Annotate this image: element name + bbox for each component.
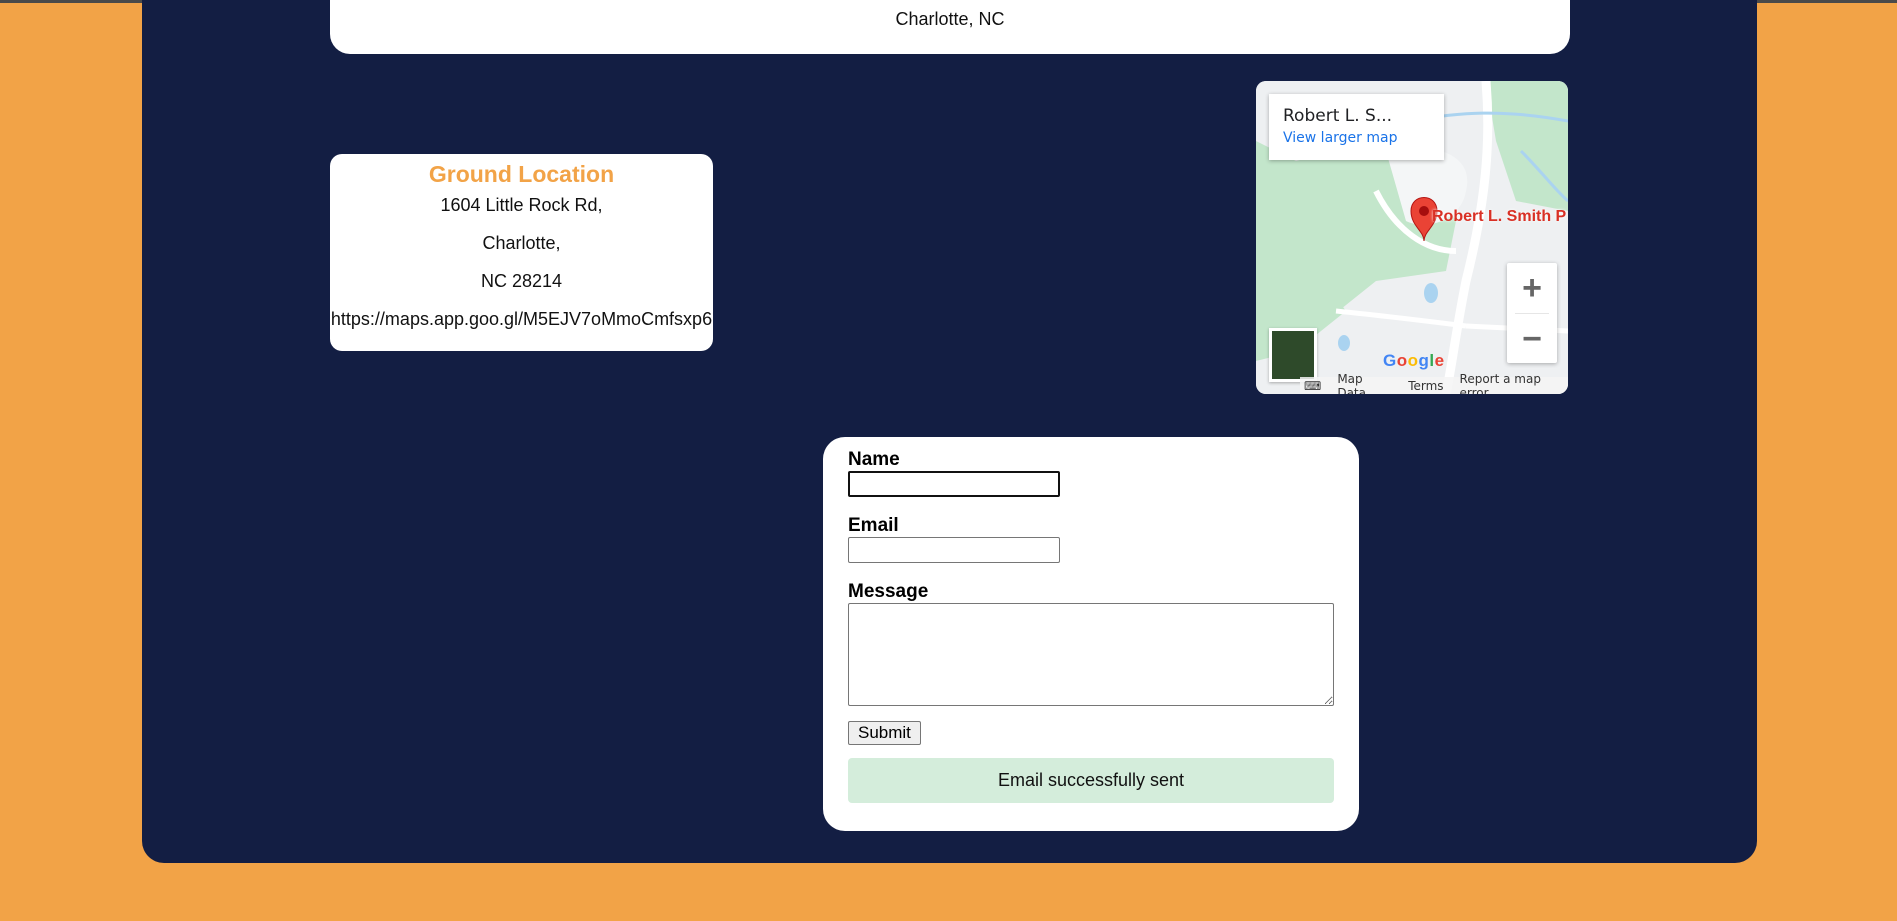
address-line-3: NC 28214: [480, 271, 563, 291]
zoom-out-button[interactable]: −: [1507, 314, 1557, 364]
map-data-link[interactable]: Map Data: [1337, 372, 1392, 395]
map-footer: ⌨ Map Data Terms Report a map error: [1300, 372, 1568, 394]
address-line-2: Charlotte,: [482, 233, 561, 253]
map-pin-label[interactable]: Robert L. Smith P: [1432, 208, 1566, 226]
map-zoom-controls: + −: [1507, 263, 1557, 363]
keyboard-icon[interactable]: ⌨: [1304, 379, 1321, 393]
email-label: Email: [848, 515, 899, 536]
map-link[interactable]: https://maps.app.goo.gl/M5EJV7oMmoCmfsxp…: [330, 308, 713, 330]
email-field[interactable]: [848, 537, 1060, 563]
location-title: Ground Location: [428, 161, 615, 187]
view-larger-map-link[interactable]: View larger map: [1283, 130, 1430, 146]
contact-form: Name Email Message Submit Email successf…: [823, 437, 1359, 831]
name-label: Name: [848, 449, 900, 470]
success-message: Email successfully sent: [848, 758, 1334, 803]
map-info-box: Robert L. S... View larger map: [1269, 94, 1444, 160]
message-field[interactable]: [848, 603, 1334, 706]
main-panel: Charlotte, NC Ground Location 1604 Littl…: [142, 0, 1757, 863]
terms-link[interactable]: Terms: [1408, 379, 1443, 393]
zoom-in-button[interactable]: +: [1507, 263, 1557, 313]
message-label: Message: [848, 581, 929, 602]
city-card: Charlotte, NC: [330, 0, 1570, 54]
ground-location-card: Ground Location 1604 Little Rock Rd, Cha…: [330, 154, 713, 351]
report-map-error-link[interactable]: Report a map error: [1460, 372, 1568, 395]
embedded-map[interactable]: Robert L. Smith P Robert L. S... View la…: [1256, 81, 1568, 394]
name-field[interactable]: [848, 471, 1060, 497]
map-place-name: Robert L. S...: [1283, 106, 1393, 126]
satellite-toggle-button[interactable]: [1269, 328, 1317, 382]
google-logo: Google: [1383, 351, 1445, 370]
address-line-1: 1604 Little Rock Rd,: [440, 195, 603, 215]
submit-button[interactable]: Submit: [848, 721, 921, 745]
city-text: Charlotte, NC: [895, 9, 1005, 29]
